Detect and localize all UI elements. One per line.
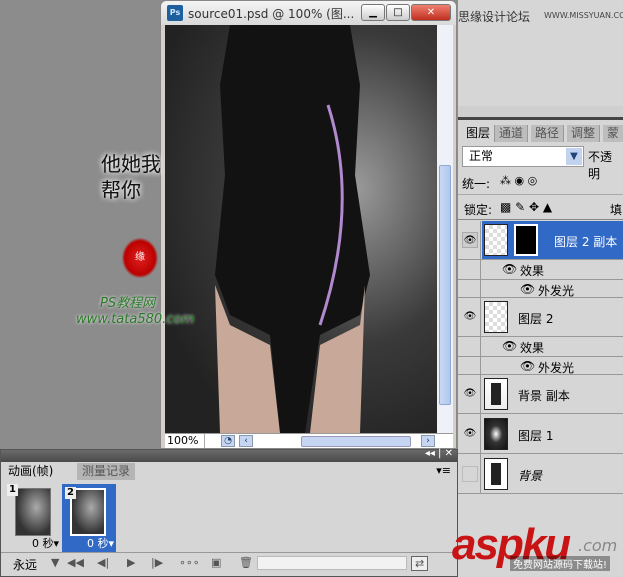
eye-icon[interactable]: 👁 [462, 386, 478, 402]
tab-paths[interactable]: 路径 [531, 125, 565, 142]
animation-panel: ◂◂ | ✕ 动画(帧) 测量记录 ▾≡ 1 0 秒▾ 2 0 秒▾ 永远 ▼ … [0, 448, 458, 577]
maximize-button[interactable]: □ [386, 4, 410, 21]
tab-animation-frames[interactable]: 动画(帧) [3, 463, 59, 480]
tab-masks[interactable]: 蒙 [603, 125, 623, 142]
layer-name: 背景 副本 [518, 389, 570, 403]
layer-name: 图层 2 [518, 312, 554, 326]
blend-mode-select[interactable]: 正常 ▼ [462, 146, 584, 167]
lock-row: 锁定: ▩ ✎ ✥ ▲ 填 [458, 194, 623, 220]
tab-measurement-log[interactable]: 测量记录 [77, 463, 136, 480]
visibility-toggle[interactable] [462, 466, 478, 482]
layer-thumbnail [484, 378, 508, 410]
photoshop-icon: Ps [167, 5, 183, 21]
aspku-com: .com [578, 536, 618, 555]
frame-2[interactable]: 2 0 秒▾ [62, 484, 116, 552]
frame-number: 1 [7, 484, 18, 496]
outer-glow-row[interactable]: 👁 外发光 [458, 279, 623, 298]
loop-select[interactable]: 永远 [13, 556, 37, 573]
opacity-label: 不透明 [588, 150, 613, 181]
play-button[interactable]: ▶ [127, 556, 135, 569]
scroll-left-button[interactable]: ‹ [239, 435, 253, 447]
minimize-button[interactable]: ▁ [361, 4, 385, 21]
lock-label: 锁定: [464, 203, 493, 217]
chevron-down-icon: ▼ [566, 148, 582, 165]
aspku-slogan: 免费网站源码下载站! [510, 556, 611, 571]
horizontal-scroll-thumb[interactable] [301, 436, 411, 447]
layer-thumbnail [484, 301, 508, 333]
effects-label: 效果 [520, 264, 545, 278]
layer-name: 背景 [518, 469, 543, 483]
panel-header[interactable]: ◂◂ | ✕ [1, 448, 457, 462]
effects-label: 效果 [520, 341, 545, 355]
tween-button[interactable]: ∘∘∘ [179, 556, 200, 569]
delete-frame-button[interactable]: 🗑 [239, 556, 253, 569]
status-menu-icon[interactable]: ◔ [221, 435, 235, 447]
site-watermark-url: WWW.MISSYUAN.COM [544, 11, 623, 20]
layer-name: 图层 2 副本 [554, 235, 618, 249]
scroll-right-button[interactable]: › [421, 435, 435, 447]
scroll-thumb[interactable] [439, 165, 451, 405]
layers-panel: 思缘设计论坛 WWW.MISSYUAN.COM 图层 通道 路径 调整 蒙 正常… [458, 0, 623, 577]
prev-frame-button[interactable]: ◀| [97, 556, 109, 569]
tab-layers[interactable]: 图层 [462, 125, 496, 142]
unify-icons[interactable]: ⁂ ◉ ◎ [500, 174, 537, 187]
zoom-field[interactable]: 100% [165, 434, 205, 448]
layer-mask-thumbnail [514, 224, 538, 256]
effects-row[interactable]: 👁 效果 [458, 337, 623, 356]
red-seal: 缘 [122, 238, 158, 278]
ps-site-watermark: PS教程网 [100, 296, 156, 311]
eye-icon[interactable]: 👁 [462, 309, 478, 325]
document-title-bar[interactable]: Ps source01.psd @ 100% (图... ▁ □ ✕ [161, 1, 456, 25]
layer-thumbnail [484, 458, 508, 490]
document-title: source01.psd @ 100% (图... [188, 7, 355, 21]
frame-number: 2 [65, 487, 76, 499]
outer-glow-label: 外发光 [538, 284, 575, 298]
document-window: Ps source01.psd @ 100% (图... ▁ □ ✕ 他她我帮你… [101, 0, 457, 449]
convert-timeline-button[interactable]: ⇄ [411, 556, 429, 571]
next-frame-button[interactable]: |▶ [151, 556, 163, 569]
layer-name: 图层 1 [518, 429, 554, 443]
lock-icons[interactable]: ▩ ✎ ✥ ▲ [500, 200, 552, 214]
layer-row[interactable]: 👁 图层 2 [458, 298, 623, 337]
frame-delay[interactable]: 0 秒▾ [87, 535, 114, 551]
layer-row[interactable]: 👁 背景 副本 [458, 375, 623, 414]
model-image [215, 25, 370, 433]
eye-icon[interactable]: 👁 [462, 232, 478, 248]
chevron-down-icon[interactable]: ▼ [51, 556, 59, 569]
tab-channels[interactable]: 通道 [495, 125, 529, 142]
layer-row[interactable]: 背景 [458, 455, 623, 494]
outer-glow-row[interactable]: 👁 外发光 [458, 356, 623, 375]
layer-row[interactable]: 👁 图层 2 副本 [458, 221, 623, 260]
layer-thumbnail [484, 418, 508, 450]
frame-delay[interactable]: 0 秒▾ [32, 535, 59, 551]
eye-column-divider [480, 221, 481, 494]
fill-label: 填 [610, 203, 623, 217]
blend-mode-value: 正常 [469, 149, 494, 163]
duplicate-frame-button[interactable]: ▣ [211, 556, 221, 569]
outer-glow-label: 外发光 [538, 361, 575, 375]
unify-label: 统一: [462, 177, 491, 191]
canvas[interactable]: 他她我帮你 [101, 25, 437, 433]
layer-row[interactable]: 👁 图层 1 [458, 415, 623, 454]
logo-calligraphy: 他她我帮你 [101, 152, 161, 202]
vertical-scrollbar[interactable] [437, 25, 453, 433]
eye-icon[interactable]: 👁 [462, 426, 478, 442]
layer-thumbnail [484, 224, 508, 256]
first-frame-button[interactable]: ◀◀ [67, 556, 84, 569]
panel-menu-icon[interactable]: ▾≡ [436, 464, 451, 477]
timeline-scrollbar[interactable] [257, 556, 407, 570]
effects-row[interactable]: 👁 效果 [458, 260, 623, 279]
frame-thumbnail [15, 488, 51, 536]
close-button[interactable]: ✕ [411, 4, 451, 21]
site-watermark-cn: 思缘设计论坛 [458, 10, 531, 24]
status-bar: 100% ◔ ‹ › [165, 433, 453, 448]
frame-1[interactable]: 1 0 秒▾ [7, 484, 61, 552]
ps-url-watermark: www.tata580.com [76, 312, 195, 327]
panel-header [458, 106, 623, 120]
tab-adjustments[interactable]: 调整 [567, 125, 601, 142]
animation-controls: 永远 ▼ ◀◀ ◀| ▶ |▶ ∘∘∘ ▣ 🗑 ⇄ [1, 552, 457, 574]
